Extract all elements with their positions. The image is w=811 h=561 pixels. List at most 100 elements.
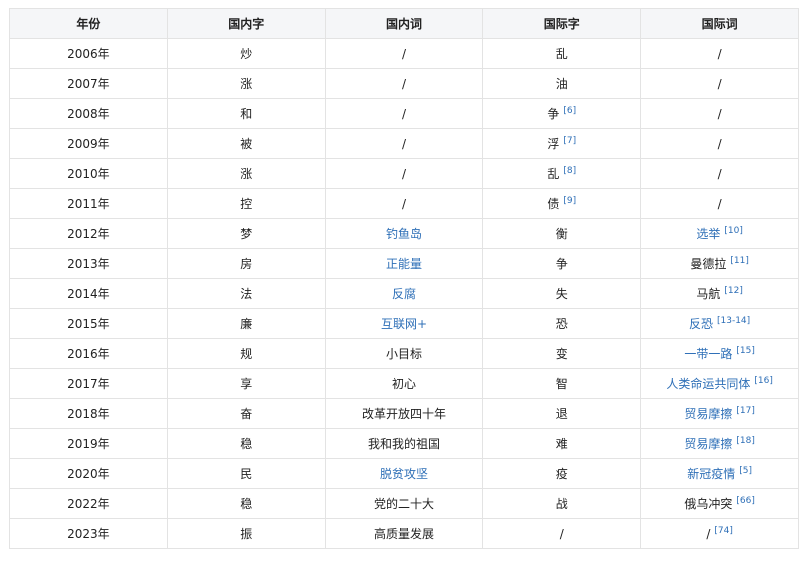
- cell-domestic-word: /: [324, 38, 484, 69]
- cell-domestic-char: 振: [166, 518, 326, 549]
- cell-domestic-word: 党的二十大: [324, 488, 484, 519]
- cell-domestic-word-text: /: [401, 196, 407, 211]
- cell-domestic-char: 控: [166, 188, 326, 219]
- cell-intl-char: 浮 [7]: [482, 128, 642, 159]
- cell-intl-word-text: /: [717, 106, 722, 121]
- citation-ref-link[interactable]: [13-14]: [717, 316, 750, 326]
- citation-ref-link[interactable]: [6]: [563, 106, 576, 116]
- cell-intl-word: / [74]: [640, 518, 799, 549]
- citation-ref-link[interactable]: [18]: [736, 436, 754, 446]
- cell-domestic-word: 我和我的祖国: [324, 428, 484, 459]
- citation-ref-link[interactable]: [9]: [563, 196, 576, 206]
- cell-domestic-word: /: [324, 188, 484, 219]
- cell-year: 2020年: [9, 458, 168, 489]
- cell-domestic-word: 改革开放四十年: [324, 398, 484, 429]
- table-row: 2006年炒 / 乱 /: [9, 38, 799, 69]
- cell-intl-char-text: 难: [555, 437, 568, 451]
- cell-intl-char: 争 [6]: [482, 98, 642, 129]
- table-row: 2013年房 正能量 争 曼德拉 [11]: [9, 248, 799, 279]
- cell-intl-char: 失: [482, 278, 642, 309]
- citation-ref-link[interactable]: [17]: [736, 406, 754, 416]
- cell-year: 2013年: [9, 248, 168, 279]
- cell-domestic-char: 稳: [166, 488, 326, 519]
- cell-year: 2011年: [9, 188, 168, 219]
- citation-ref-link[interactable]: [11]: [730, 256, 748, 266]
- cell-intl-char: /: [482, 518, 642, 549]
- cell-domestic-word-link[interactable]: 互联网+: [381, 317, 427, 331]
- cell-intl-word: /: [640, 188, 799, 219]
- cell-domestic-word: 正能量: [324, 248, 484, 279]
- cell-year: 2006年: [9, 38, 168, 69]
- cell-year: 2014年: [9, 278, 168, 309]
- cell-intl-word: 贸易摩擦 [18]: [640, 428, 799, 459]
- citation-ref-link[interactable]: [16]: [754, 376, 772, 386]
- cell-intl-word: /: [640, 128, 799, 159]
- table-header-row: 年份 国内字 国内词 国际字 国际词: [9, 8, 799, 39]
- cell-intl-char-text: 恐: [555, 317, 568, 331]
- table-row: 2011年控 / 债 [9] /: [9, 188, 799, 219]
- cell-intl-char: 恐: [482, 308, 642, 339]
- cell-intl-char: 变: [482, 338, 642, 369]
- cell-domestic-word-link[interactable]: 正能量: [386, 257, 422, 271]
- cell-intl-char-text: 浮: [547, 137, 560, 151]
- cell-year: 2010年: [9, 158, 168, 189]
- cell-domestic-word-text: /: [401, 76, 407, 91]
- cell-intl-word: /: [640, 68, 799, 99]
- citation-ref-link[interactable]: [66]: [736, 496, 754, 506]
- cell-year: 2008年: [9, 98, 168, 129]
- table-row: 2008年和 / 争 [6] /: [9, 98, 799, 129]
- cell-domestic-word: 脱贫攻坚: [324, 458, 484, 489]
- table-row: 2012年梦 钓鱼岛 衡 选举 [10]: [9, 218, 799, 249]
- citation-ref-link[interactable]: [10]: [724, 226, 742, 236]
- table-row: 2015年廉 互联网+ 恐 反恐 [13-14]: [9, 308, 799, 339]
- header-intl-char: 国际字: [482, 8, 642, 39]
- cell-intl-char: 乱: [482, 38, 642, 69]
- header-year: 年份: [9, 8, 168, 39]
- citation-ref-link[interactable]: [12]: [724, 286, 742, 296]
- cell-intl-char-text: 智: [555, 377, 568, 391]
- cell-domestic-word-link[interactable]: 脱贫攻坚: [380, 467, 428, 481]
- cell-domestic-word-link[interactable]: 反腐: [392, 287, 416, 301]
- cell-intl-word-link[interactable]: 选举: [696, 227, 720, 241]
- cell-intl-word-text: 马航: [696, 287, 721, 301]
- cell-year: 2023年: [9, 518, 168, 549]
- citation-ref-link[interactable]: [74]: [714, 526, 732, 536]
- cell-domestic-word-text: /: [401, 106, 407, 121]
- cell-intl-char-text: 油: [555, 77, 568, 91]
- cell-domestic-word: /: [324, 98, 484, 129]
- table-row: 2018年奋 改革开放四十年 退 贸易摩擦 [17]: [9, 398, 799, 429]
- cell-year: 2009年: [9, 128, 168, 159]
- cell-year: 2018年: [9, 398, 168, 429]
- cell-domestic-word: 初心: [324, 368, 484, 399]
- cell-domestic-word-text: 高质量发展: [373, 527, 434, 541]
- cell-intl-word: 俄乌冲突 [66]: [640, 488, 799, 519]
- table-row: 2014年法 反腐 失 马航 [12]: [9, 278, 799, 309]
- cell-domestic-char: 炒: [166, 38, 326, 69]
- cell-intl-char-text: 战: [555, 497, 568, 511]
- cell-intl-word-link[interactable]: 人类命运共同体: [666, 377, 750, 391]
- citation-ref-link[interactable]: [8]: [563, 166, 576, 176]
- cell-intl-word-link[interactable]: 贸易摩擦: [684, 407, 732, 421]
- cell-intl-word-link[interactable]: 新冠疫情: [687, 467, 735, 481]
- word-of-year-table: 年份 国内字 国内词 国际字 国际词 2006年炒 / 乱/2007年涨 / 油/200…: [9, 8, 799, 549]
- citation-ref-link[interactable]: [7]: [563, 136, 576, 146]
- cell-intl-word-link[interactable]: 一带一路: [684, 347, 732, 361]
- cell-intl-char-text: 疫: [555, 467, 568, 481]
- cell-intl-word: /: [640, 158, 799, 189]
- cell-intl-word-link[interactable]: 贸易摩擦: [684, 437, 732, 451]
- table-row: 2017年享 初心 智 人类命运共同体 [16]: [9, 368, 799, 399]
- cell-domestic-char: 房: [166, 248, 326, 279]
- cell-intl-char: 疫: [482, 458, 642, 489]
- table-row: 2023年振 高质量发展 / / [74]: [9, 518, 799, 549]
- cell-intl-word-link[interactable]: 反恐: [689, 317, 713, 331]
- citation-ref-link[interactable]: [15]: [736, 346, 754, 356]
- cell-intl-char: 衡: [482, 218, 642, 249]
- cell-domestic-word: 钓鱼岛: [324, 218, 484, 249]
- cell-intl-char-text: 乱: [555, 47, 568, 61]
- cell-intl-char: 乱 [8]: [482, 158, 642, 189]
- cell-intl-char: 争: [482, 248, 642, 279]
- table-row: 2022年稳 党的二十大 战 俄乌冲突 [66]: [9, 488, 799, 519]
- citation-ref-link[interactable]: [5]: [739, 466, 752, 476]
- cell-domestic-word-link[interactable]: 钓鱼岛: [386, 227, 422, 241]
- cell-intl-char: 难: [482, 428, 642, 459]
